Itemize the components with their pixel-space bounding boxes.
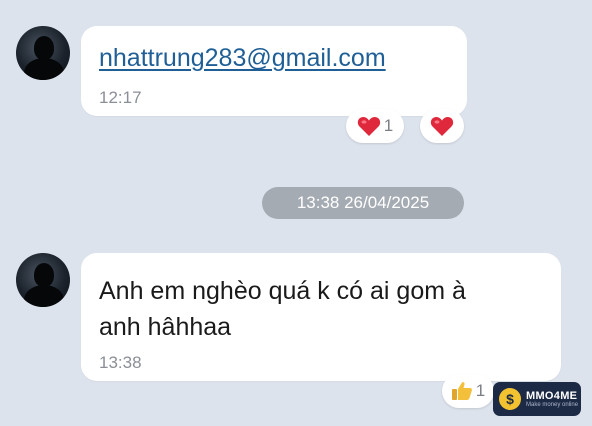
reaction-summary[interactable]: 1 xyxy=(442,374,494,408)
sender-avatar[interactable] xyxy=(16,26,70,80)
reaction-summary[interactable]: 1 xyxy=(346,109,404,143)
message-time: 13:38 xyxy=(99,353,142,372)
sender-avatar[interactable] xyxy=(16,253,70,307)
message-bubble[interactable]: nhattrung283@gmail.com 12:17 xyxy=(81,26,467,116)
message-text-line: anh hâhhaa xyxy=(99,313,232,341)
message-text-line: Anh em nghèo quá k có ai gom à xyxy=(99,277,466,305)
email-link[interactable]: nhattrung283@gmail.com xyxy=(99,44,386,72)
avatar-silhouette-head xyxy=(34,263,54,287)
message-time: 12:17 xyxy=(99,88,142,107)
watermark-logo: $ MMO4ME Make money online xyxy=(493,382,581,416)
message-bubble[interactable]: Anh em nghèo quá k có ai gom à anh hâhha… xyxy=(81,253,561,381)
react-quick-button[interactable] xyxy=(420,109,464,143)
thumbs-up-icon xyxy=(451,382,472,400)
reaction-count: 1 xyxy=(475,381,486,400)
avatar-silhouette-body xyxy=(24,285,64,307)
watermark-tagline: Make money online xyxy=(526,402,579,408)
reaction-count: 1 xyxy=(383,116,394,135)
heart-icon xyxy=(357,116,380,136)
avatar-silhouette-body xyxy=(24,58,64,80)
date-separator: 13:38 26/04/2025 xyxy=(262,187,464,219)
heart-icon xyxy=(430,116,454,136)
message-text: nhattrung283@gmail.com xyxy=(99,40,386,76)
avatar-silhouette-head xyxy=(34,36,54,60)
watermark-brand: MMO4ME xyxy=(526,390,578,402)
dollar-coin-icon: $ xyxy=(499,388,521,410)
